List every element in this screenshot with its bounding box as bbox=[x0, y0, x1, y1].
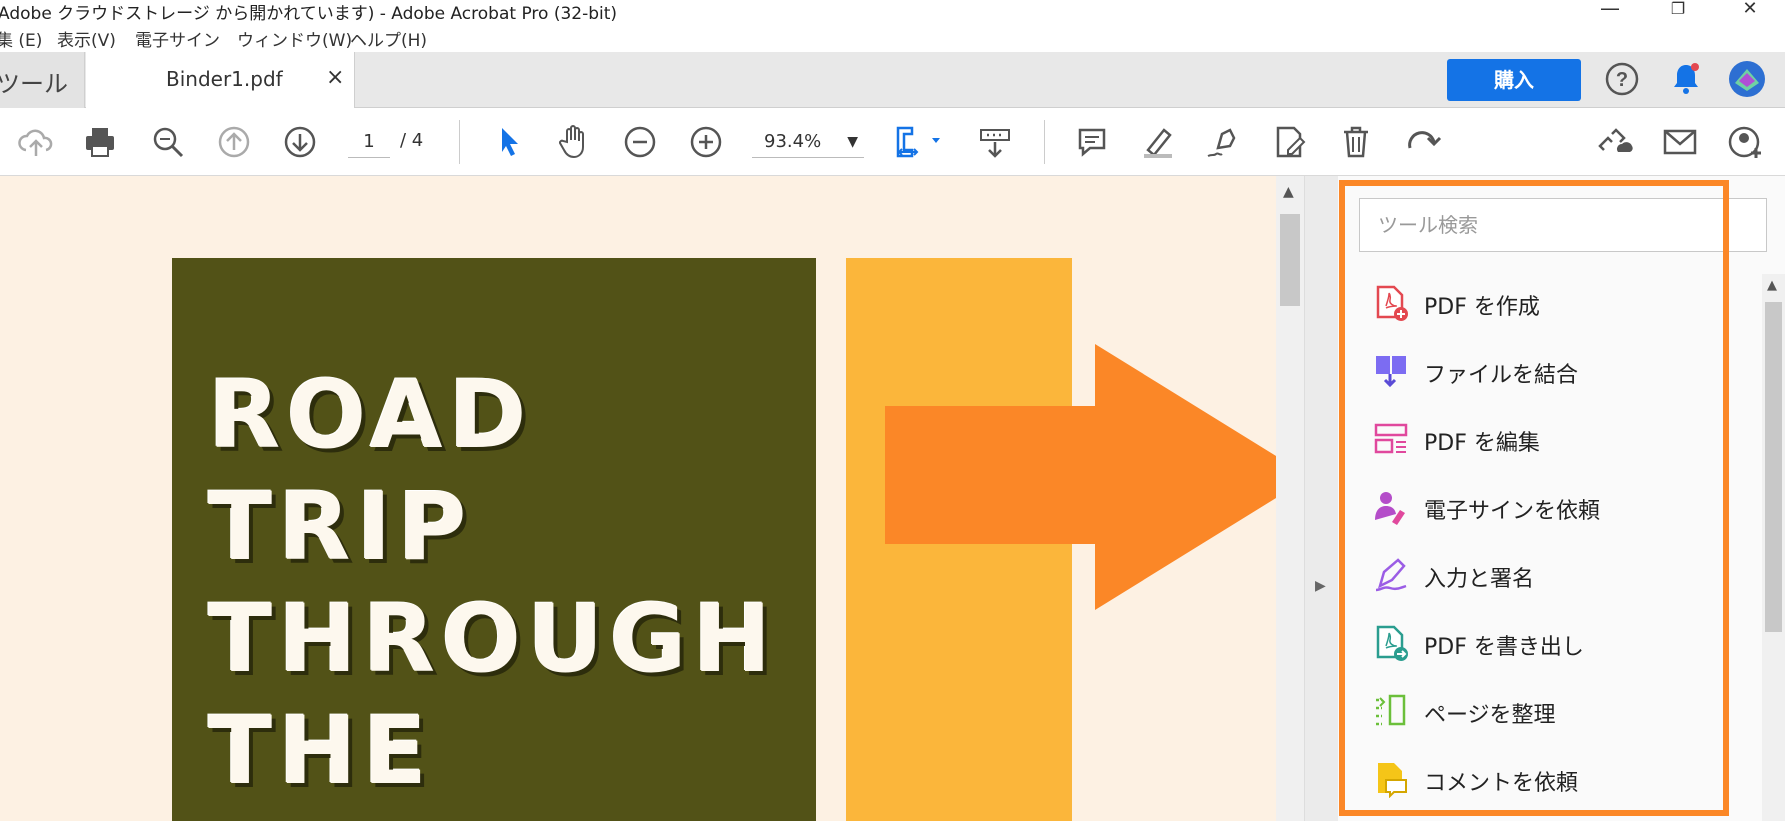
scroll-thumb[interactable] bbox=[1280, 214, 1300, 306]
chevron-down-icon: ▼ bbox=[847, 134, 858, 150]
menu-view[interactable]: 表示(V) bbox=[57, 26, 116, 51]
collapse-panel-icon[interactable]: ▶ bbox=[1315, 578, 1326, 594]
menu-edit[interactable]: 集 (E) bbox=[0, 26, 42, 51]
page-number-input[interactable]: 1 bbox=[348, 126, 390, 158]
rotate-icon[interactable] bbox=[1402, 122, 1442, 162]
document-line: THE bbox=[208, 697, 434, 806]
document-line: ROAD bbox=[208, 361, 533, 470]
document-line: THROUGH bbox=[208, 585, 778, 694]
tools-panel-scrollbar[interactable]: ▲ bbox=[1762, 274, 1785, 821]
document-line: TRIP bbox=[208, 473, 473, 582]
zoom-level-value: 93.4% bbox=[764, 131, 822, 152]
comment-icon[interactable] bbox=[1072, 122, 1112, 162]
menu-esign[interactable]: 電子サイン bbox=[135, 26, 220, 51]
tab-bar: ツール Binder1.pdf × 購入 ? bbox=[0, 52, 1785, 109]
user-avatar[interactable] bbox=[1727, 59, 1767, 99]
restore-button[interactable]: ❐ bbox=[1658, 0, 1698, 18]
previous-page-icon[interactable] bbox=[214, 122, 254, 162]
toolbar-divider bbox=[459, 120, 460, 164]
delete-icon[interactable] bbox=[1336, 122, 1376, 162]
close-tab-icon[interactable]: × bbox=[326, 65, 344, 90]
next-page-icon[interactable] bbox=[280, 122, 320, 162]
share-link-icon[interactable] bbox=[1594, 122, 1634, 162]
cloud-upload-icon[interactable] bbox=[16, 122, 56, 162]
menu-help[interactable]: ヘルプ(H) bbox=[350, 26, 427, 51]
tab-tools[interactable]: ツール bbox=[0, 52, 85, 108]
add-user-icon[interactable] bbox=[1726, 122, 1766, 162]
print-icon[interactable] bbox=[80, 122, 120, 162]
email-icon[interactable] bbox=[1660, 122, 1700, 162]
svg-text:?: ? bbox=[1616, 69, 1628, 91]
edit-pdf-tool-icon[interactable] bbox=[1270, 122, 1310, 162]
orange-arrow-graphic bbox=[885, 342, 1315, 616]
toolbar-divider bbox=[1044, 120, 1045, 164]
notification-bell-icon[interactable] bbox=[1668, 61, 1704, 97]
highlight-icon[interactable] bbox=[1138, 122, 1178, 162]
minimize-button[interactable]: — bbox=[1590, 0, 1630, 20]
scroll-up-icon[interactable]: ▲ bbox=[1283, 184, 1294, 200]
menu-window[interactable]: ウィンドウ(W) bbox=[237, 26, 352, 51]
zoom-level-select[interactable]: 93.4% ▼ bbox=[752, 126, 864, 158]
scroll-thumb[interactable] bbox=[1765, 302, 1782, 632]
scroll-mode-icon[interactable] bbox=[975, 122, 1015, 162]
buy-button[interactable]: 購入 bbox=[1447, 59, 1581, 101]
document-scrollbar[interactable]: ▲ bbox=[1276, 176, 1304, 821]
sign-pen-icon[interactable] bbox=[1204, 122, 1244, 162]
fit-page-icon[interactable] bbox=[890, 122, 946, 162]
orange-highlight-frame bbox=[1339, 180, 1729, 816]
zoom-in-icon[interactable] bbox=[686, 122, 726, 162]
menu-bar: 集 (E) 表示(V) 電子サイン ウィンドウ(W) ヘルプ(H) bbox=[0, 22, 1785, 52]
window-title: Adobe クラウドストレージ から開かれています) - Adobe Acrob… bbox=[0, 4, 618, 24]
page-total: / 4 bbox=[400, 130, 424, 151]
tab-document[interactable]: Binder1.pdf × bbox=[86, 52, 355, 109]
close-window-button[interactable]: ✕ bbox=[1730, 0, 1770, 19]
find-zoom-icon[interactable] bbox=[148, 122, 188, 162]
help-icon[interactable]: ? bbox=[1604, 61, 1640, 97]
zoom-out-icon[interactable] bbox=[620, 122, 660, 162]
main-toolbar: 1 / 4 93.4% ▼ bbox=[0, 108, 1785, 176]
hand-tool-icon[interactable] bbox=[554, 122, 594, 162]
tab-document-label: Binder1.pdf bbox=[166, 67, 283, 91]
panel-splitter[interactable]: ▶ bbox=[1304, 176, 1338, 821]
scroll-up-icon[interactable]: ▲ bbox=[1767, 278, 1777, 293]
document-title-text: ROAD TRIP THROUGH THE bbox=[208, 360, 777, 808]
tab-tools-label: ツール bbox=[0, 70, 68, 98]
title-bar: Adobe クラウドストレージ から開かれています) - Adobe Acrob… bbox=[0, 0, 1785, 24]
select-cursor-icon[interactable] bbox=[490, 122, 530, 162]
